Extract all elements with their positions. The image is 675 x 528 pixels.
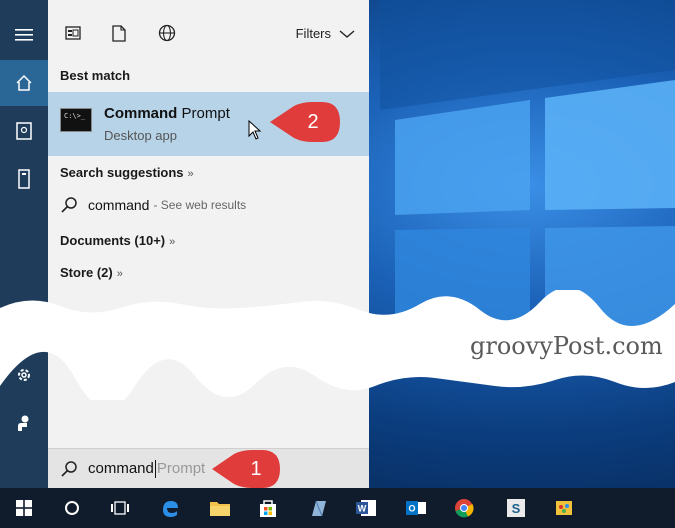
suggestion-hint: - See web results — [153, 198, 247, 212]
taskbar: W O S — [0, 488, 675, 528]
store-icon — [260, 500, 276, 517]
search-panel-toolbar: Filters — [48, 0, 369, 60]
search-autocomplete-text: Prompt — [156, 460, 206, 477]
filters-dropdown[interactable]: Filters — [296, 26, 355, 41]
chevron-down-icon — [339, 29, 355, 38]
cortana-icon — [65, 501, 79, 515]
task-view-icon — [111, 501, 129, 515]
search-panel: Filters Best match C:\>_ Command Prompt … — [48, 0, 369, 488]
task-view-button[interactable] — [96, 488, 144, 528]
store-button[interactable] — [244, 488, 292, 528]
store-header[interactable]: Store (2)» — [60, 265, 123, 280]
web-filter-button[interactable] — [156, 22, 178, 44]
word-button[interactable]: W — [342, 488, 390, 528]
feedback-button[interactable] — [0, 400, 48, 446]
suggestion-term: command — [88, 197, 150, 213]
hamburger-menu-button[interactable] — [0, 12, 48, 58]
callout-2-number: 2 — [307, 111, 319, 133]
paint-button[interactable] — [540, 488, 588, 528]
word-icon: W — [356, 500, 376, 516]
paint-icon — [556, 501, 572, 515]
app-button[interactable] — [294, 488, 342, 528]
start-menu-rail — [0, 0, 48, 488]
app-icon — [312, 500, 326, 517]
svg-text:W: W — [358, 504, 367, 514]
devices-button[interactable] — [0, 156, 48, 202]
chrome-button[interactable] — [440, 488, 488, 528]
home-button[interactable] — [0, 60, 48, 106]
mouse-cursor-icon — [248, 120, 262, 140]
watermark: groovyPost.com — [470, 332, 663, 360]
search-suggestions-header[interactable]: Search suggestions» — [60, 165, 194, 180]
notebook-icon — [16, 122, 32, 140]
snagit-icon: S — [507, 499, 525, 517]
svg-text:O: O — [408, 504, 415, 514]
chrome-icon — [455, 499, 474, 518]
feedback-icon — [18, 415, 29, 431]
documents-filter-button[interactable] — [108, 22, 130, 44]
search-icon — [61, 197, 77, 213]
start-button[interactable] — [0, 488, 48, 528]
chevron-right-icon: » — [187, 168, 194, 180]
file-explorer-icon — [210, 502, 230, 516]
apps-filter-button[interactable] — [62, 22, 84, 44]
globe-icon — [158, 24, 176, 42]
chevron-right-icon: » — [116, 268, 123, 280]
callout-1-number: 1 — [250, 458, 262, 480]
text-caret — [154, 459, 156, 478]
chevron-right-icon: » — [169, 236, 176, 248]
documents-header[interactable]: Documents (10+)» — [60, 233, 175, 248]
web-suggestion[interactable]: command - See web results — [60, 196, 246, 214]
edge-button[interactable] — [146, 488, 194, 528]
notebook-button[interactable] — [0, 108, 48, 154]
command-prompt-icon: C:\>_ — [60, 108, 92, 132]
file-explorer-button[interactable] — [196, 488, 244, 528]
best-match-type: Desktop app — [104, 128, 177, 143]
start-icon — [16, 500, 32, 516]
apps-icon — [65, 26, 81, 40]
document-icon — [112, 24, 126, 42]
outlook-button[interactable]: O — [392, 488, 440, 528]
outlook-icon: O — [406, 501, 426, 515]
snagit-button[interactable]: S — [492, 488, 540, 528]
best-match-title: Command Prompt — [104, 105, 230, 122]
home-icon — [16, 74, 32, 91]
svg-text:S: S — [512, 501, 521, 516]
best-match-header: Best match — [60, 68, 131, 83]
search-typed-text: command — [88, 460, 154, 477]
tower-icon — [18, 169, 30, 189]
cortana-button[interactable] — [48, 488, 96, 528]
hamburger-icon — [15, 29, 33, 41]
search-box[interactable]: command Prompt — [48, 448, 369, 488]
search-icon — [61, 461, 77, 477]
filters-label: Filters — [295, 26, 331, 41]
edge-icon — [163, 501, 178, 517]
